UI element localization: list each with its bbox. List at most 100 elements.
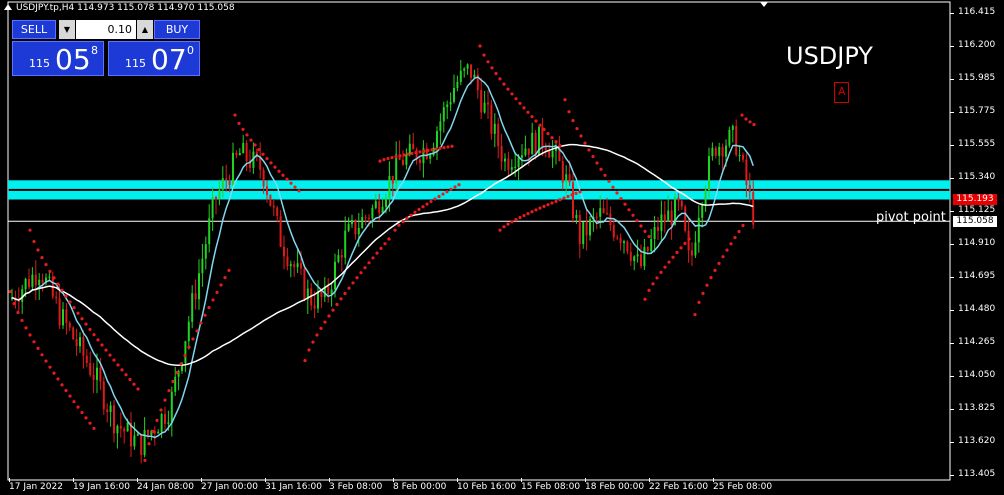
parabolic-sar-dot (383, 242, 387, 246)
parabolic-sar-dot (599, 167, 603, 171)
bull-candle (371, 207, 374, 219)
bear-candle (585, 221, 588, 236)
parabolic-sar-dot (44, 359, 48, 363)
alert-marker-icon[interactable]: A (834, 82, 849, 103)
price-tick: 114.050 (949, 370, 996, 380)
sell-price-button[interactable]: 115 05 8 (12, 41, 104, 76)
bear-candle (680, 200, 683, 207)
parabolic-sar-dot (526, 212, 530, 216)
bear-candle (657, 226, 659, 232)
parabolic-sar-dot (297, 189, 301, 193)
time-tick: 27 Jan 00:00 (201, 478, 258, 492)
parabolic-sar-dot (418, 150, 422, 154)
parabolic-sar-dot (215, 290, 219, 295)
parabolic-sar-dot (482, 53, 486, 57)
price-axis[interactable]: 116.415 116.200 115.985 115.775 115.555 … (949, 0, 1004, 495)
parabolic-sar-dot (478, 44, 482, 48)
parabolic-sar-dot (32, 340, 36, 344)
parabolic-sar-dot (12, 301, 16, 306)
bull-candle (344, 230, 347, 258)
bear-candle (497, 123, 500, 147)
parabolic-sar-dot (693, 313, 697, 317)
bull-candle (296, 263, 299, 268)
parabolic-sar-dot (445, 190, 449, 194)
parabolic-sar-dot (382, 158, 386, 162)
bear-candle (602, 208, 605, 213)
bull-candle (633, 256, 636, 261)
parabolic-sar-dot (203, 313, 207, 317)
parabolic-sar-dot (701, 291, 705, 295)
parabolic-sar-dot (108, 353, 112, 357)
chart-window[interactable]: USDJPY.tp,H4 114.973 115.078 114.970 115… (0, 0, 1004, 495)
collapse-arrow-icon[interactable] (4, 4, 12, 10)
bear-candle (735, 125, 738, 155)
bull-candle (24, 278, 27, 290)
bull-candle (694, 242, 697, 256)
parabolic-sar-dot (76, 311, 80, 315)
bear-candle (119, 425, 122, 429)
parabolic-sar-dot (591, 154, 595, 159)
parabolic-sar-dot (643, 229, 647, 233)
parabolic-sar-dot (64, 294, 68, 298)
bull-candle (429, 155, 432, 159)
bull-candle (96, 367, 98, 380)
parabolic-sar-dot (16, 310, 20, 315)
parabolic-sar-dot (335, 302, 339, 307)
price-tick: 116.200 (949, 40, 996, 50)
parabolic-sar-dot (741, 223, 745, 228)
parabolic-sar-dot (566, 194, 570, 199)
bull-candle (211, 197, 214, 219)
bull-candle (167, 422, 170, 424)
parabolic-sar-dot (84, 322, 88, 326)
lot-increase-icon[interactable]: ▲ (137, 20, 153, 39)
time-tick: 17 Jan 2022 (9, 478, 63, 492)
parabolic-sar-dot (347, 286, 351, 290)
bear-candle (677, 197, 680, 201)
parabolic-sar-dot (587, 148, 591, 152)
lot-decrease-icon[interactable]: ▼ (59, 20, 75, 39)
buy-button[interactable]: BUY (154, 20, 200, 39)
resistance-zone (8, 180, 950, 189)
time-tick: 25 Feb 08:00 (713, 478, 773, 492)
bull-candle (731, 125, 734, 130)
parabolic-sar-dot (607, 179, 611, 183)
fast-moving-average (11, 76, 754, 439)
parabolic-sar-dot (211, 298, 215, 302)
parabolic-sar-dot (257, 148, 261, 152)
sell-button[interactable]: SELL (12, 20, 56, 39)
parabolic-sar-dot (351, 281, 355, 285)
bear-candle (619, 237, 622, 243)
parabolic-sar-dot (667, 260, 671, 264)
parabolic-sar-dot (363, 266, 367, 270)
bull-candle (589, 219, 591, 236)
parabolic-sar-dot (183, 353, 187, 358)
parabolic-sar-dot (671, 255, 675, 259)
bull-candle (510, 167, 513, 170)
parabolic-sar-dot (195, 329, 199, 333)
lot-size-input[interactable]: 0.10 (76, 20, 136, 39)
parabolic-sar-dot (522, 213, 526, 218)
bear-candle (670, 210, 673, 225)
parabolic-sar-dot (534, 208, 538, 212)
parabolic-sar-dot (434, 147, 438, 151)
parabolic-sar-dot (449, 187, 453, 191)
bear-candle (714, 147, 717, 156)
bear-candle (745, 159, 748, 185)
parabolic-sar-dot (717, 261, 721, 266)
parabolic-sar-dot (207, 305, 211, 310)
parabolic-sar-dot (339, 297, 343, 301)
parabolic-sar-dot (219, 283, 223, 287)
chart-shift-marker-icon (760, 2, 768, 7)
bull-candle (728, 129, 731, 146)
parabolic-sar-dot (530, 115, 534, 119)
time-tick: 8 Feb 00:00 (393, 478, 447, 492)
bear-candle (609, 213, 612, 226)
parabolic-sar-dot (595, 161, 599, 165)
buy-price-button[interactable]: 115 07 0 (108, 41, 200, 76)
parabolic-sar-dot (554, 140, 558, 144)
parabolic-sar-dot (394, 155, 398, 159)
bull-candle (184, 341, 187, 363)
parabolic-sar-dot (422, 149, 426, 153)
parabolic-sar-dot (136, 387, 140, 391)
bear-candle (752, 192, 755, 225)
